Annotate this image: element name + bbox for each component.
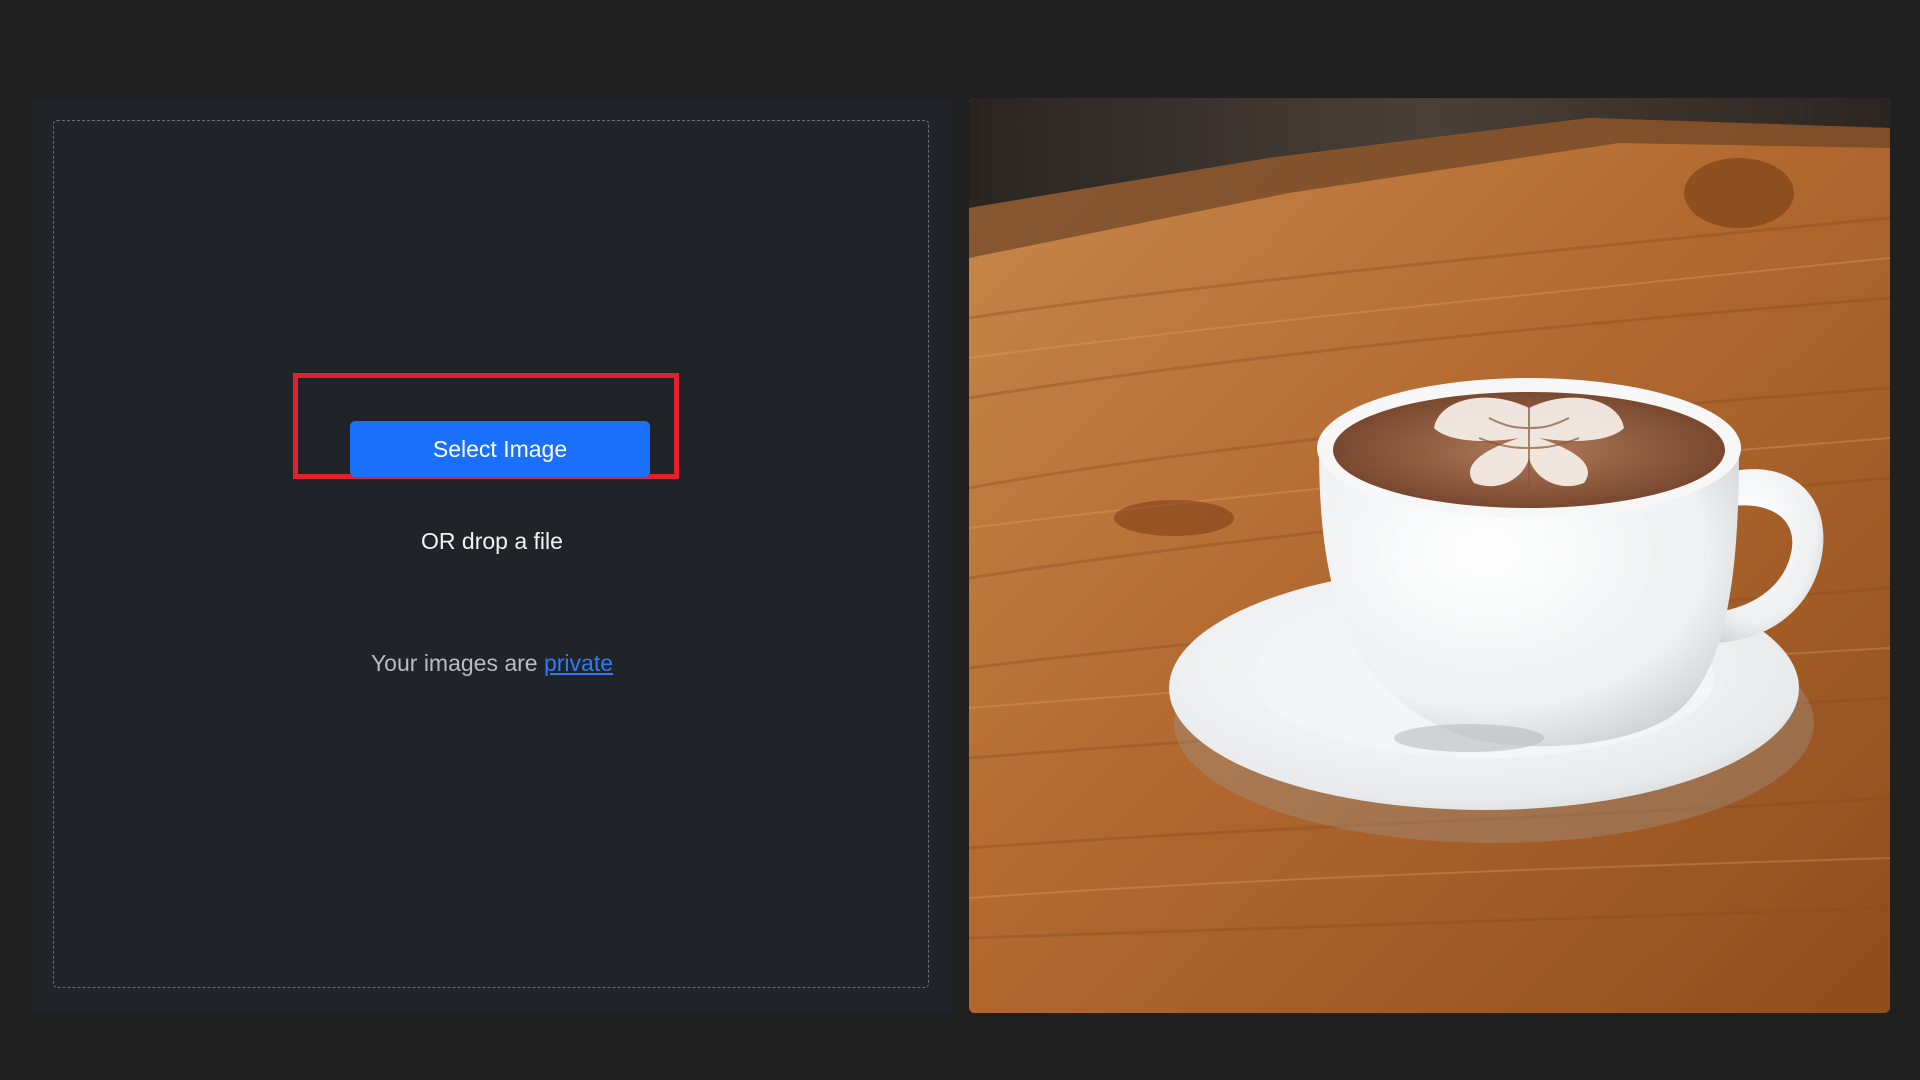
image-preview: [969, 98, 1890, 1013]
drop-file-text: OR drop a file: [421, 528, 563, 554]
privacy-link[interactable]: private: [544, 650, 613, 676]
app-stage: Select Image OR drop a file Your images …: [0, 0, 1920, 1080]
privacy-notice: Your images are private: [31, 650, 953, 677]
select-image-button[interactable]: Select Image: [350, 421, 650, 477]
upload-panel: Select Image OR drop a file Your images …: [31, 98, 953, 1013]
coffee-cup-photo: [969, 98, 1890, 1013]
privacy-prefix: Your images are: [370, 650, 544, 676]
